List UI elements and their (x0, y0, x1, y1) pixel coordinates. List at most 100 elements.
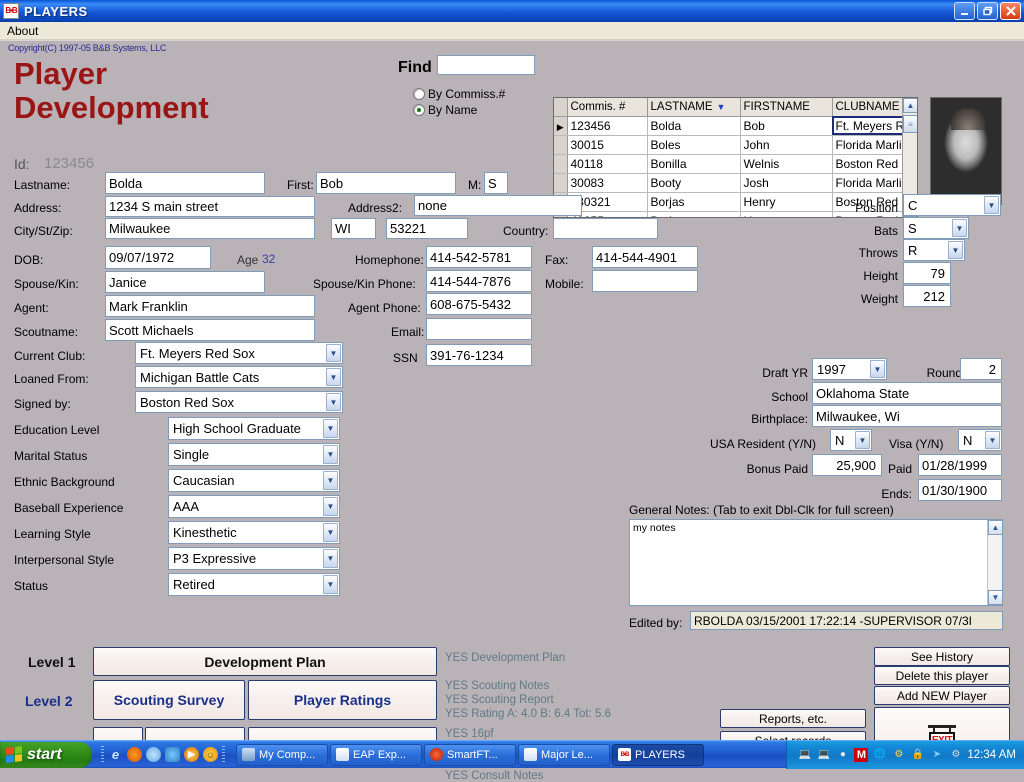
ie-icon[interactable]: e (108, 747, 123, 762)
ends-date-field[interactable]: 01/30/1900 (918, 479, 1002, 501)
current-club-select[interactable]: Ft. Meyers Red Sox ▼ (135, 342, 343, 364)
grid-cell-lastname[interactable]: Boles (647, 135, 741, 155)
homephone-field[interactable]: 414-542-5781 (426, 246, 532, 268)
add-new-player-button[interactable]: Add NEW Player (874, 686, 1010, 705)
birthplace-field[interactable]: Milwaukee, Wi (812, 405, 1002, 427)
grid-cell-lastname[interactable]: Bolda (647, 116, 741, 136)
country-field[interactable] (553, 218, 658, 239)
development-plan-button[interactable]: Development Plan (93, 647, 437, 676)
m-icon[interactable]: M (854, 747, 869, 762)
menu-item-about[interactable]: About (0, 23, 45, 39)
taskbar-item-smartftp[interactable]: SmartFT... (424, 743, 516, 766)
grid-col-firstname[interactable]: FIRSTNAME (740, 98, 833, 117)
height-field[interactable]: 79 (903, 262, 951, 284)
table-row[interactable]: 30015 Boles John Florida Marlins (554, 135, 917, 155)
notes-scrollbar[interactable]: ▲ ▼ (987, 520, 1002, 605)
taskbar-item-players[interactable]: B•B PLAYERS (612, 743, 704, 766)
smiley-icon[interactable]: ☺ (203, 747, 218, 762)
radio-by-commiss[interactable]: By Commiss.# (413, 87, 505, 101)
interpersonal-style-select[interactable]: P3 Expressive ▼ (168, 547, 340, 570)
status-select[interactable]: Retired ▼ (168, 573, 340, 596)
gear-icon[interactable]: ⚙ (948, 747, 963, 762)
grid-cell-lastname[interactable]: Booty (647, 173, 741, 193)
spouse-field[interactable]: Janice (105, 271, 265, 293)
reports-button[interactable]: Reports, etc. (720, 709, 866, 728)
clock-icon[interactable] (146, 747, 161, 762)
state-field[interactable]: WI (331, 218, 376, 239)
zip-field[interactable]: 53221 (386, 218, 468, 239)
quicklaunch-grip[interactable] (101, 745, 104, 764)
gray-icon[interactable]: ● (835, 747, 850, 762)
player-results-grid[interactable]: Commis. # LASTNAME ▼ FIRSTNAME CLUBNAME ▶… (553, 97, 918, 218)
taskbar-item-eap-exp[interactable]: EAP Exp... (330, 743, 422, 766)
fax-field[interactable]: 414-544-4901 (592, 246, 698, 268)
throws-select[interactable]: R ▼ (903, 239, 965, 261)
bats-select[interactable]: S ▼ (903, 217, 969, 239)
chevron-down-icon[interactable]: ▼ (323, 549, 338, 568)
weight-field[interactable]: 212 (903, 285, 951, 307)
scrollbar-thumb[interactable]: ≡ (903, 115, 917, 133)
grid-cell-lastname[interactable]: Borjas (647, 192, 741, 212)
taskbar-clock[interactable]: 12:34 AM (967, 749, 1016, 761)
chevron-down-icon[interactable]: ▼ (948, 241, 963, 259)
baseball-experience-select[interactable]: AAA ▼ (168, 495, 340, 518)
draft-year-select[interactable]: 1997 ▼ (812, 358, 887, 380)
marital-status-select[interactable]: Single ▼ (168, 443, 340, 466)
scroll-up-icon[interactable]: ▲ (903, 98, 917, 113)
bonus-paid-field[interactable]: 25,900 (812, 454, 882, 476)
close-button[interactable] (1000, 2, 1021, 20)
grid-cell-lastname[interactable]: Bonilla (647, 154, 741, 174)
grid-cell-firstname[interactable]: Bob (740, 116, 833, 136)
scroll-up-icon[interactable]: ▲ (988, 520, 1002, 535)
mobile-field[interactable] (592, 270, 698, 292)
mail-icon[interactable] (165, 747, 180, 762)
dob-field[interactable]: 09/07/1972 (105, 246, 211, 269)
chevron-down-icon[interactable]: ▼ (326, 393, 341, 411)
scoutname-field[interactable]: Scott Michaels (105, 319, 315, 341)
chevron-down-icon[interactable]: ▼ (326, 344, 341, 362)
grid-cell-firstname[interactable]: John (740, 135, 833, 155)
grid-cell-commis[interactable]: 30083 (567, 173, 648, 193)
lastname-field[interactable]: Bolda (105, 172, 265, 194)
updates-icon[interactable]: ⚙ (891, 747, 906, 762)
email-field[interactable] (426, 318, 532, 340)
chevron-down-icon[interactable]: ▼ (323, 523, 338, 542)
grid-cell-commis[interactable]: 40118 (567, 154, 648, 174)
city-field[interactable]: Milwaukee (105, 218, 315, 239)
position-select[interactable]: C ▼ (903, 194, 1001, 216)
minimize-button[interactable] (954, 2, 975, 20)
scroll-down-icon[interactable]: ▼ (988, 590, 1002, 605)
chevron-down-icon[interactable]: ▼ (323, 471, 338, 490)
taskbar-item-major-league[interactable]: Major Le... (518, 743, 610, 766)
taskbar-item-my-computer[interactable]: My Comp... (236, 743, 328, 766)
chevron-down-icon[interactable]: ▼ (952, 219, 967, 237)
find-input[interactable] (437, 55, 535, 75)
table-row[interactable]: 30083 Booty Josh Florida Marlins (554, 173, 917, 193)
grid-cell-commis[interactable]: 123456 (567, 116, 648, 136)
chevron-down-icon[interactable]: ▼ (855, 431, 870, 449)
education-level-select[interactable]: High School Graduate ▼ (168, 417, 340, 440)
chevron-down-icon[interactable]: ▼ (870, 360, 885, 378)
school-field[interactable]: Oklahoma State (812, 382, 1002, 404)
paid-date-field[interactable]: 01/28/1999 (918, 454, 1002, 476)
player-photo[interactable] (930, 97, 1002, 205)
visa-select[interactable]: N ▼ (958, 429, 1002, 451)
chevron-down-icon[interactable]: ▼ (326, 368, 341, 386)
address-field[interactable]: 1234 S main street (105, 196, 315, 217)
middle-initial-field[interactable]: S (484, 172, 508, 194)
general-notes-textarea[interactable]: my notes ▲ ▼ (629, 519, 1003, 606)
scouting-survey-button[interactable]: Scouting Survey (93, 680, 245, 720)
table-row[interactable]: ▶ 123456 Bolda Bob Ft. Meyers Red Sox (554, 116, 917, 136)
round-field[interactable]: 2 (960, 358, 1002, 380)
ethnic-background-select[interactable]: Caucasian ▼ (168, 469, 340, 492)
player-ratings-button[interactable]: Player Ratings (248, 680, 437, 720)
signed-by-select[interactable]: Boston Red Sox ▼ (135, 391, 343, 413)
chevron-down-icon[interactable]: ▼ (984, 196, 999, 214)
globe-icon[interactable]: 🌐 (872, 747, 887, 762)
grid-col-lastname[interactable]: LASTNAME ▼ (647, 98, 741, 117)
start-button[interactable]: start (0, 741, 92, 768)
media-player-icon[interactable]: ▶ (184, 747, 199, 762)
usa-resident-select[interactable]: N ▼ (830, 429, 872, 451)
maximize-button[interactable] (977, 2, 998, 20)
agent-field[interactable]: Mark Franklin (105, 295, 315, 317)
